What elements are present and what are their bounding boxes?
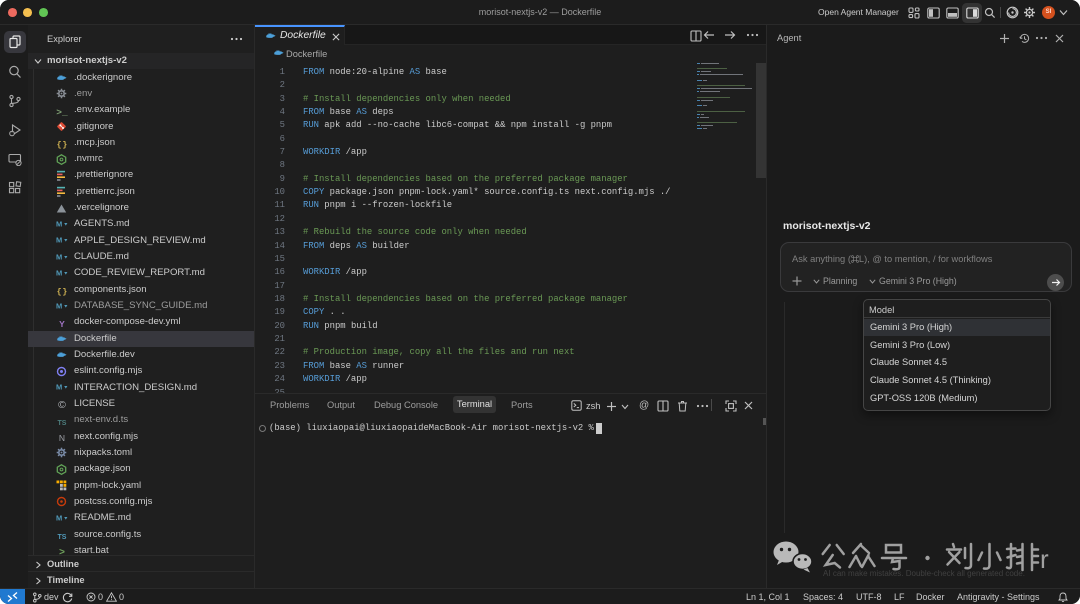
svg-text:M: M [56,383,62,392]
svg-text:M: M [56,219,62,228]
svg-text:r: r [1040,544,1049,573]
svg-text:M: M [56,301,62,310]
svg-text:M: M [56,268,62,277]
svg-text:M: M [56,252,62,261]
svg-text:M: M [56,513,62,522]
svg-text:M: M [56,236,62,245]
